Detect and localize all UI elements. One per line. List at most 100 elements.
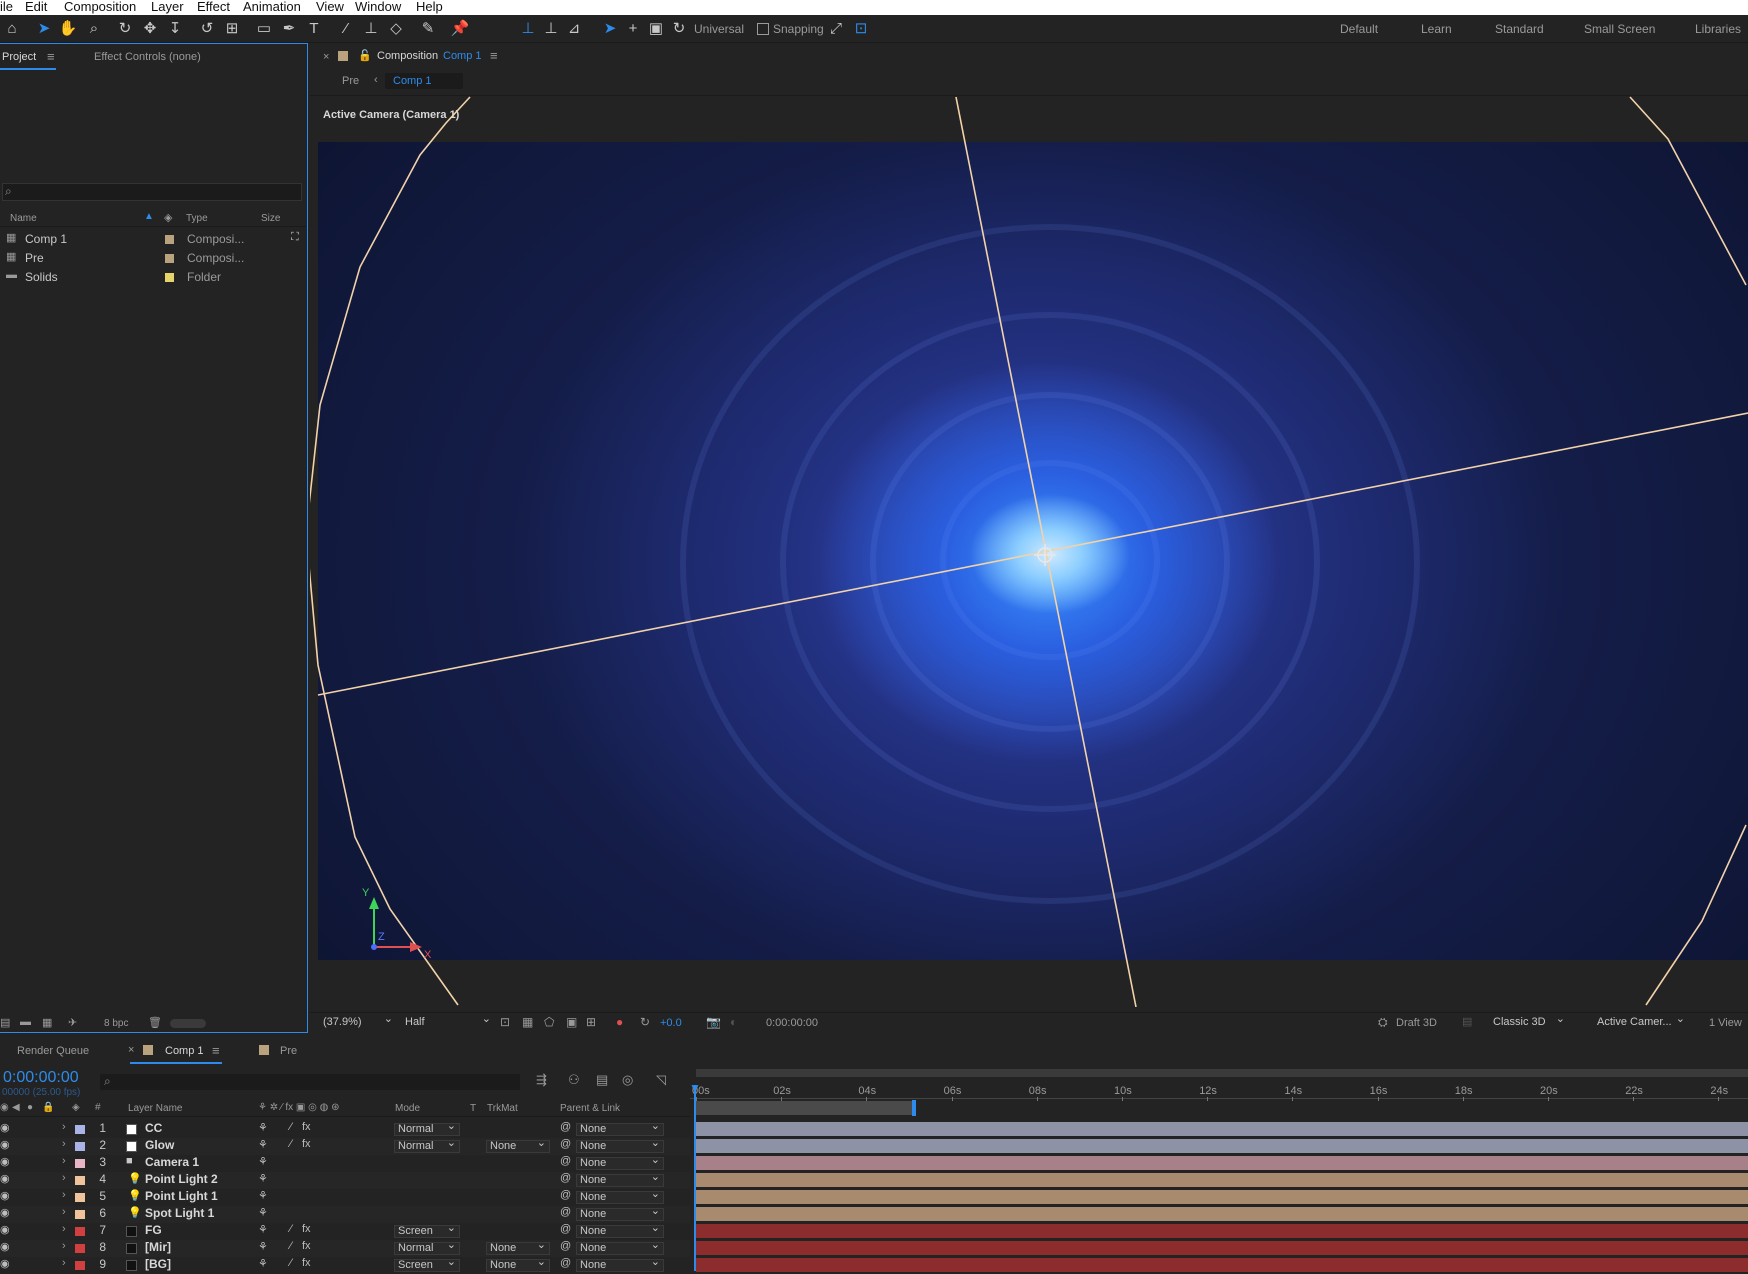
bpc-button[interactable]: 8 bpc [104, 1018, 128, 1029]
layer-duration-bar[interactable] [696, 1224, 1748, 1238]
close-icon[interactable]: × [128, 1044, 134, 1056]
pickwhip-icon[interactable]: @ [560, 1121, 571, 1133]
col-type[interactable]: Type [186, 213, 208, 224]
layer-parent-dropdown[interactable]: None [576, 1206, 664, 1221]
project-search-input[interactable]: ⌕ [2, 183, 302, 201]
flowchart-icon[interactable]: ⛶ [291, 231, 299, 244]
brush-tool-icon[interactable]: ⁄ [336, 19, 356, 39]
layer-search-input[interactable]: ⌕ [100, 1074, 520, 1090]
lock-switch-icon[interactable]: 🔒 [42, 1102, 54, 1113]
workspace-learn[interactable]: Learn [1421, 22, 1452, 36]
work-area-end-handle[interactable] [912, 1100, 916, 1116]
quality-switch-icon[interactable]: ⁄ [290, 1121, 292, 1133]
chevron-right-icon[interactable]: › [62, 1138, 66, 1150]
layer-row[interactable]: ◉ › 7 FG ⚘ ⁄ fx Screen @ None [0, 1223, 690, 1240]
layer-duration-bar[interactable] [696, 1207, 1748, 1221]
layer-name[interactable]: Camera 1 [145, 1155, 199, 1169]
col-size[interactable]: Size [261, 213, 280, 224]
menu-edit[interactable]: Edit [25, 0, 47, 14]
zoom-dropdown[interactable]: (37.9%) [320, 1014, 396, 1030]
show-snapshot-icon[interactable]: ◐ [730, 1015, 737, 1029]
layer-name[interactable]: Point Light 1 [145, 1189, 218, 1203]
layer-mode-dropdown[interactable]: Normal [394, 1121, 460, 1136]
local-axis-icon[interactable]: ⊥ [518, 19, 538, 39]
shy-switch-icon[interactable]: ⚘ [258, 1189, 268, 1202]
shy-switch-icon[interactable]: ⚘ [258, 1138, 268, 1151]
layer-name[interactable]: [BG] [145, 1257, 171, 1271]
layer-duration-bar[interactable] [696, 1190, 1748, 1204]
layer-trkmat-dropdown[interactable]: None [486, 1138, 550, 1153]
layer-label-swatch[interactable] [75, 1227, 85, 1236]
chevron-right-icon[interactable]: › [62, 1257, 66, 1269]
layer-parent-dropdown[interactable]: None [576, 1155, 664, 1170]
tab-project[interactable]: Project [2, 51, 36, 63]
shy-switch-icon[interactable]: ⚘ [258, 1240, 268, 1253]
layer-mode-dropdown[interactable]: Normal [394, 1138, 460, 1153]
tab-comp-1[interactable]: Comp 1 [165, 1045, 204, 1057]
pickwhip-icon[interactable]: @ [560, 1206, 571, 1218]
pickwhip-icon[interactable]: @ [560, 1240, 571, 1252]
layer-parent-dropdown[interactable]: None [576, 1138, 664, 1153]
eye-icon[interactable]: ◉ [0, 1155, 10, 1168]
layer-parent-dropdown[interactable]: None [576, 1172, 664, 1187]
transparency-grid-icon[interactable]: ▦ [522, 1015, 533, 1029]
pan-tool-icon[interactable]: ✥ [140, 19, 160, 39]
effects-switch-icon[interactable]: fx [302, 1240, 311, 1252]
layer-trkmat-dropdown[interactable]: None [486, 1257, 550, 1272]
comp-panel-name[interactable]: Comp 1 [443, 50, 482, 62]
panel-menu-icon[interactable]: ≡ [490, 48, 498, 63]
trash-icon[interactable]: 🗑 [148, 1016, 162, 1029]
tab-pre[interactable]: Pre [280, 1045, 297, 1057]
workspace-standard[interactable]: Standard [1495, 22, 1544, 36]
interpret-footage-icon[interactable]: ▤ [0, 1016, 10, 1029]
pickwhip-icon[interactable]: @ [560, 1138, 571, 1150]
time-navigator[interactable] [696, 1069, 1748, 1077]
zoom-tool-icon[interactable]: ⌕ [84, 19, 104, 39]
chevron-right-icon[interactable]: › [62, 1172, 66, 1184]
layer-name[interactable]: Point Light 2 [145, 1172, 218, 1186]
eye-icon[interactable]: ◉ [0, 1189, 10, 1202]
eye-icon[interactable]: ◉ [0, 1240, 10, 1253]
views-layout[interactable]: 1 View [1709, 1017, 1742, 1029]
eraser-tool-icon[interactable]: ◇ [386, 19, 406, 39]
snapping-checkbox[interactable] [757, 23, 769, 35]
layer-parent-dropdown[interactable]: None [576, 1189, 664, 1204]
layer-label-swatch[interactable] [75, 1142, 85, 1151]
eye-icon[interactable]: ◉ [0, 1257, 10, 1270]
menu-composition[interactable]: Composition [64, 0, 136, 14]
layer-label-swatch[interactable] [75, 1261, 85, 1270]
rotate-tool-icon[interactable]: ↺ [197, 19, 217, 39]
adjust-project-icon[interactable]: ✈ [68, 1016, 77, 1029]
menu-effect[interactable]: Effect [197, 0, 230, 14]
eye-icon[interactable]: ◉ [0, 1138, 10, 1151]
chevron-left-icon[interactable]: ‹ [374, 74, 378, 86]
channels-icon[interactable]: ● [616, 1015, 623, 1029]
quality-switch-icon[interactable]: ⁄ [290, 1240, 292, 1252]
layer-label-swatch[interactable] [75, 1244, 85, 1253]
layer-name[interactable]: Glow [145, 1138, 174, 1152]
anchor-tool-icon[interactable]: ⊞ [222, 19, 242, 39]
rectangle-tool-icon[interactable]: ▭ [254, 19, 274, 39]
view-axis-icon[interactable]: ⊿ [564, 19, 584, 39]
chevron-right-icon[interactable]: › [62, 1121, 66, 1133]
new-composition-icon[interactable]: ▦ [42, 1016, 52, 1029]
current-time[interactable]: 0:00:00:00 [3, 1069, 79, 1087]
col-layer-name[interactable]: Layer Name [128, 1103, 182, 1114]
col-mode[interactable]: Mode [395, 1103, 420, 1114]
label-tag-icon[interactable]: ◈ [164, 211, 172, 224]
pen-tool-icon[interactable]: ✒ [279, 19, 299, 39]
video-switch-icon[interactable]: ◉ [0, 1102, 9, 1113]
layer-parent-dropdown[interactable]: None [576, 1121, 664, 1136]
col-parent[interactable]: Parent & Link [560, 1103, 620, 1114]
puppet-pin-icon[interactable]: 📌 [450, 19, 470, 39]
chevron-right-icon[interactable]: › [62, 1240, 66, 1252]
menu-window[interactable]: Window [355, 0, 401, 14]
audio-switch-icon[interactable]: ◀ [12, 1102, 20, 1113]
mask-visibility-icon[interactable]: ⬠ [544, 1015, 554, 1029]
new-folder-icon[interactable]: ▬ [20, 1016, 31, 1028]
type-tool-icon[interactable]: T [304, 19, 324, 39]
hand-tool-icon[interactable]: ✋ [58, 19, 78, 39]
col-t[interactable]: T [470, 1103, 476, 1114]
effects-switch-icon[interactable]: fx [302, 1223, 311, 1235]
layer-name[interactable]: [Mir] [145, 1240, 171, 1254]
